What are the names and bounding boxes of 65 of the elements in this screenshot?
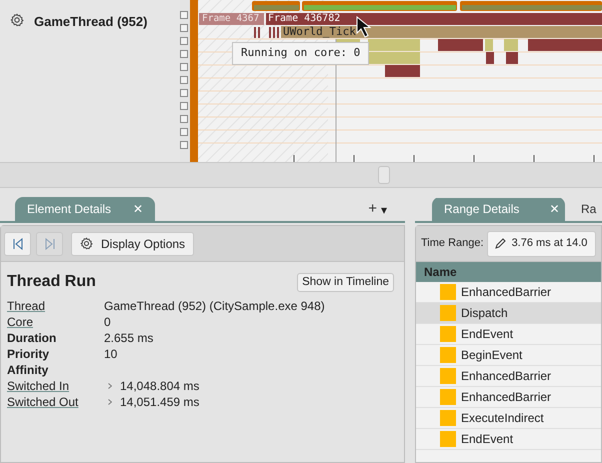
mouse-cursor-icon xyxy=(356,16,372,38)
frame-bar[interactable]: Frame 436782 xyxy=(266,13,602,25)
pencil-icon xyxy=(494,238,506,250)
event-ticks xyxy=(254,27,279,38)
next-button[interactable] xyxy=(36,232,63,256)
lane-checkbox[interactable] xyxy=(180,24,188,32)
thread-name: GameThread (952) xyxy=(34,13,148,31)
table-row[interactable]: EnhancedBarrier xyxy=(416,387,601,408)
field-label: Affinity xyxy=(7,362,50,379)
table-row[interactable]: EnhancedBarrier xyxy=(416,282,601,303)
chevron-icon[interactable] xyxy=(108,399,112,405)
show-in-timeline-button[interactable]: Show in Timeline xyxy=(297,272,394,292)
event-color-swatch xyxy=(440,347,456,363)
menu-button[interactable]: ▾ xyxy=(381,201,387,219)
time-range-field[interactable]: 3.76 ms at 14.0 xyxy=(486,230,596,256)
table-row[interactable]: BeginEvent xyxy=(416,345,601,366)
lane-checkbox[interactable] xyxy=(180,37,188,45)
lane-checkbox[interactable] xyxy=(180,76,188,84)
table-row[interactable]: ExecuteIndirect xyxy=(416,408,601,429)
skip-back-icon xyxy=(12,238,24,250)
event-color-swatch xyxy=(440,305,456,321)
lane-checkbox[interactable] xyxy=(180,11,188,19)
field-label: Priority xyxy=(7,346,50,363)
settings-icon xyxy=(80,237,93,250)
skip-forward-icon xyxy=(44,238,56,250)
settings-icon[interactable] xyxy=(10,13,24,27)
column-header[interactable]: Name xyxy=(416,262,601,282)
panel-tab[interactable]: Ra xyxy=(569,198,602,221)
lane-checkbox[interactable] xyxy=(180,102,188,110)
tooltip: Running on core: 0 xyxy=(232,42,370,65)
event-color-swatch xyxy=(440,431,456,447)
table-row[interactable]: Dispatch xyxy=(416,303,601,324)
field-value: 2.655 ms xyxy=(104,330,154,347)
field-link[interactable]: Switched Out xyxy=(7,393,104,411)
event-color-swatch xyxy=(440,389,456,405)
event-color-swatch xyxy=(440,284,456,300)
lane-checkbox[interactable] xyxy=(180,89,188,97)
field-value: 0 xyxy=(104,314,111,331)
lane-checkbox[interactable] xyxy=(180,63,188,71)
field-link[interactable]: Switched In xyxy=(7,377,104,395)
lane-checkbox[interactable] xyxy=(180,115,188,123)
time-range-label: Time Range: xyxy=(421,236,484,252)
first-button[interactable] xyxy=(4,232,31,256)
splitter-handle[interactable] xyxy=(378,166,390,184)
field-link[interactable]: Thread xyxy=(7,297,104,315)
event-bar[interactable]: UWorld_Tick xyxy=(281,26,602,38)
table-row[interactable]: EndEvent xyxy=(416,324,601,345)
field-value: 10 xyxy=(104,346,118,363)
add-button[interactable]: + xyxy=(368,198,377,220)
lane-checkbox[interactable] xyxy=(180,50,188,58)
field-link[interactable]: Core xyxy=(7,313,104,331)
event-color-swatch xyxy=(440,368,456,384)
lane-checkbox[interactable] xyxy=(180,141,188,149)
table-row[interactable]: EnhancedBarrier xyxy=(416,366,601,387)
field-value: 14,051.459 ms xyxy=(120,394,200,411)
table-row[interactable]: EndEvent xyxy=(416,429,601,450)
lane-checkbox[interactable] xyxy=(180,128,188,136)
field-label: Duration xyxy=(7,330,58,347)
display-options-button[interactable]: Display Options xyxy=(71,232,194,256)
details-title: Thread Run xyxy=(7,272,96,292)
event-color-swatch xyxy=(440,326,456,342)
field-value: 14,048.804 ms xyxy=(120,378,200,395)
field-value: GameThread (952) (CitySample.exe 948) xyxy=(104,298,325,315)
event-color-swatch xyxy=(440,410,456,426)
chevron-icon[interactable] xyxy=(108,383,112,389)
